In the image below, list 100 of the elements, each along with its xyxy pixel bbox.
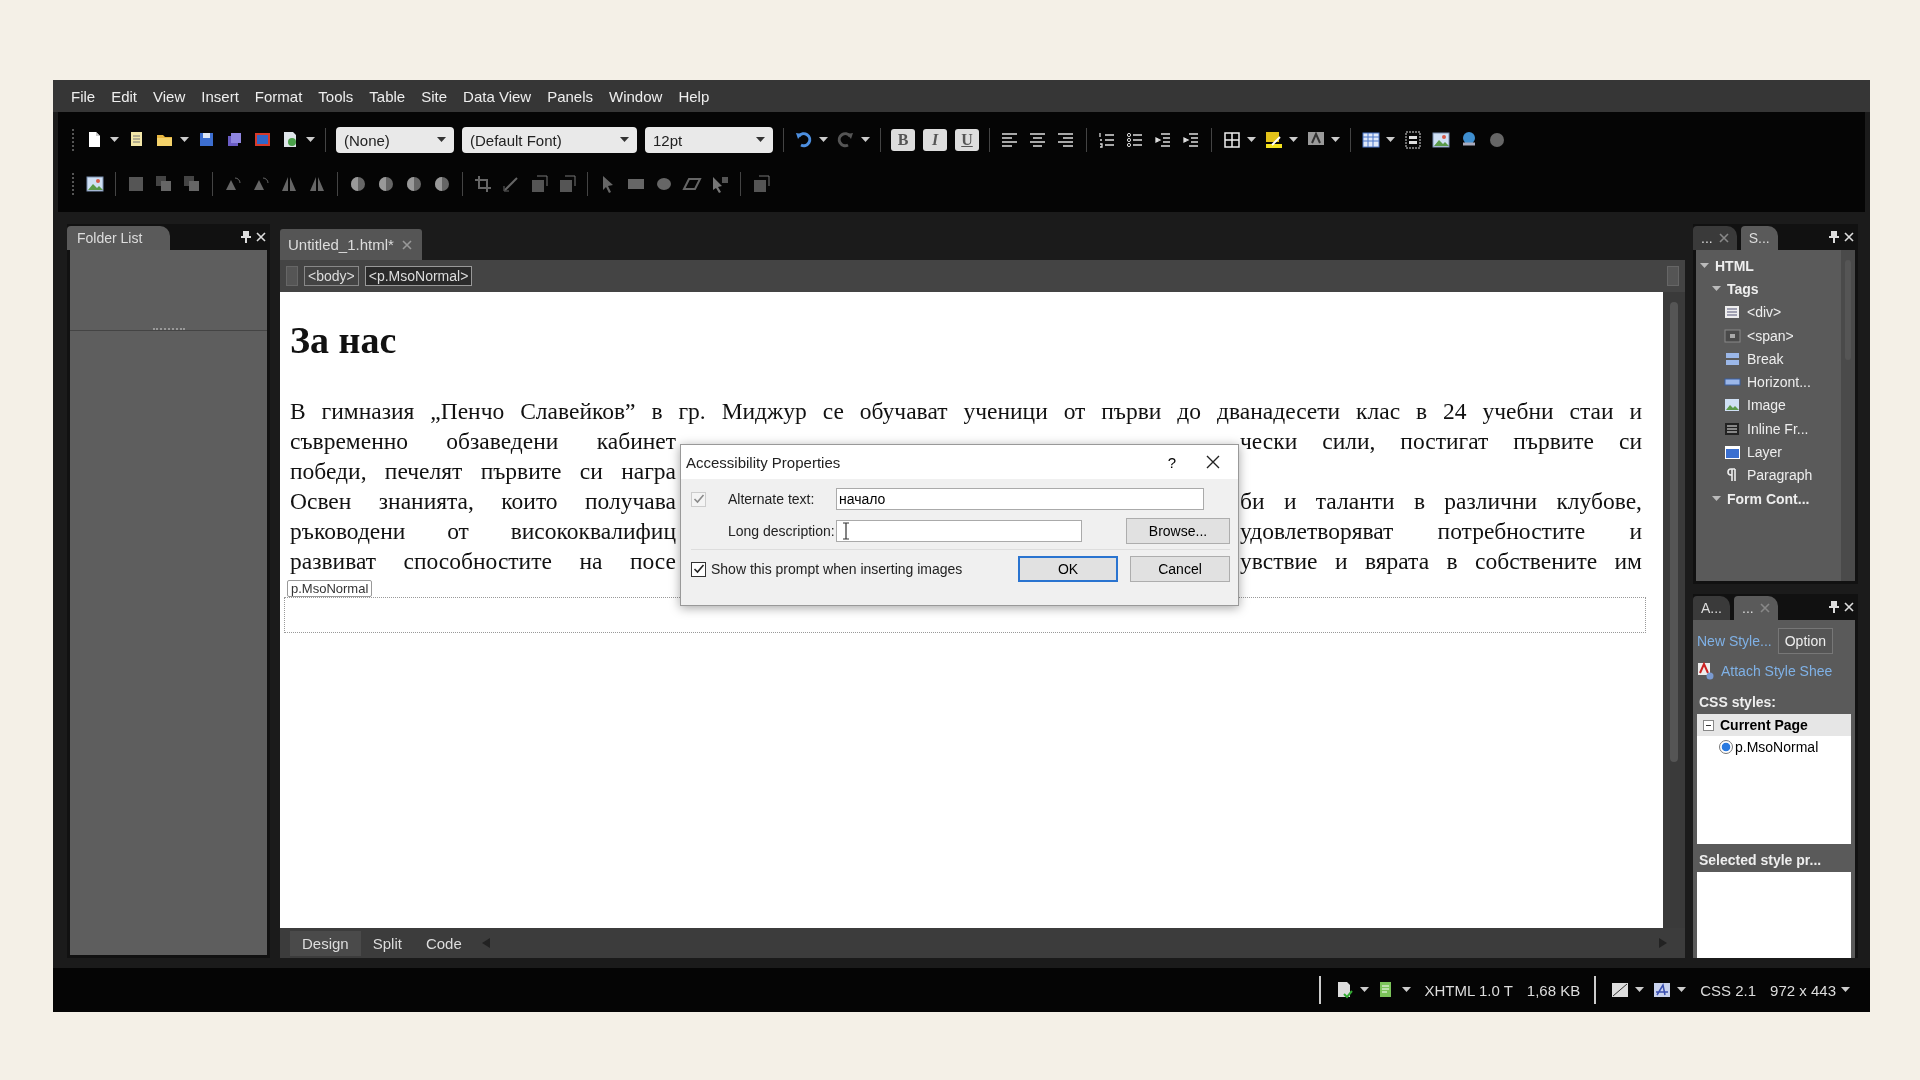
menu-item[interactable]: Table xyxy=(361,84,414,108)
resample-icon[interactable] xyxy=(751,174,771,194)
align-right-icon[interactable] xyxy=(1056,130,1076,150)
caret-icon[interactable] xyxy=(756,137,765,143)
tree-group[interactable]: Form Cont... xyxy=(1727,490,1810,507)
slash-box-icon[interactable] xyxy=(1610,980,1631,1000)
picture-icon[interactable] xyxy=(1431,130,1451,150)
input-field[interactable] xyxy=(836,520,1082,542)
dropdown[interactable]: (Default Font) xyxy=(462,127,637,153)
resample-icon[interactable] xyxy=(557,174,577,194)
line-icon[interactable] xyxy=(501,174,521,194)
ok-button[interactable]: OK xyxy=(1018,556,1118,582)
resample-icon[interactable] xyxy=(529,174,549,194)
css-icon[interactable] xyxy=(1652,980,1673,1000)
overlap-icon[interactable] xyxy=(182,174,202,194)
caret-icon[interactable] xyxy=(1635,987,1645,993)
align-center-icon[interactable] xyxy=(1028,130,1048,150)
picture-icon[interactable] xyxy=(85,174,105,194)
layer-icon[interactable] xyxy=(1403,130,1423,150)
caret-icon[interactable] xyxy=(306,137,315,143)
document-tab[interactable]: Untitled_1.html* xyxy=(280,229,422,260)
table-icon[interactable] xyxy=(1361,130,1381,150)
tag-item[interactable]: Image xyxy=(1747,397,1786,414)
tree-group[interactable]: HTML xyxy=(1715,257,1754,274)
grip-handle[interactable] xyxy=(152,328,185,332)
contrast-icon[interactable] xyxy=(432,174,452,194)
underline-button[interactable]: U xyxy=(955,129,979,151)
tree-group[interactable]: Tags xyxy=(1727,280,1759,297)
menu-item[interactable]: File xyxy=(63,84,104,108)
caret-icon[interactable] xyxy=(1401,987,1411,993)
square-icon[interactable] xyxy=(126,174,146,194)
help-button[interactable]: ? xyxy=(1153,453,1190,471)
tag-item[interactable]: Break xyxy=(1747,350,1784,367)
dropdown[interactable]: (None) xyxy=(336,127,454,153)
menu-item[interactable]: Insert xyxy=(193,84,247,108)
caret-icon[interactable] xyxy=(620,137,629,143)
menu-item[interactable]: Format xyxy=(246,84,311,108)
collapse-arrow-icon[interactable] xyxy=(1700,261,1709,271)
view-tab[interactable]: Code xyxy=(413,930,474,956)
contrast-icon[interactable] xyxy=(404,174,424,194)
cancel-button[interactable]: Cancel xyxy=(1130,556,1230,582)
menu-item[interactable]: Site xyxy=(413,84,456,108)
caret-icon[interactable] xyxy=(861,137,870,143)
tag-selector[interactable]: <p.MsoNormal> xyxy=(364,266,473,286)
align-left-icon[interactable] xyxy=(1000,130,1020,150)
browse-button[interactable]: Browse... xyxy=(1126,518,1230,544)
tag-selector[interactable]: <body> xyxy=(304,266,359,286)
panel-tab[interactable]: S... xyxy=(1740,226,1778,250)
caret-icon[interactable] xyxy=(1359,987,1369,993)
caret-icon[interactable] xyxy=(819,137,828,143)
panel-tab[interactable]: A... xyxy=(1693,596,1730,620)
options-button[interactable]: Option xyxy=(1777,628,1833,654)
redo-icon[interactable] xyxy=(836,130,856,150)
radio-button[interactable] xyxy=(1719,740,1733,754)
undo-icon[interactable] xyxy=(794,130,814,150)
hotspot-icon[interactable] xyxy=(710,174,730,194)
menu-item[interactable]: Window xyxy=(601,84,671,108)
pin-icon[interactable] xyxy=(240,230,252,244)
caret-icon[interactable] xyxy=(1386,137,1395,143)
contrast-icon[interactable] xyxy=(348,174,368,194)
tag-item[interactable]: <div> xyxy=(1747,304,1782,321)
bold-button[interactable]: B xyxy=(891,129,915,151)
caret-icon[interactable] xyxy=(1289,137,1298,143)
checkbox[interactable] xyxy=(691,561,706,577)
caret-icon[interactable] xyxy=(180,137,189,143)
dropdown[interactable]: 12pt xyxy=(645,127,773,153)
menu-item[interactable]: Panels xyxy=(539,84,602,108)
borders-icon[interactable] xyxy=(1222,130,1242,150)
pin-icon[interactable] xyxy=(1828,600,1840,614)
overlap-icon[interactable] xyxy=(154,174,174,194)
collapse-arrow-icon[interactable] xyxy=(1712,494,1721,504)
contrast-icon[interactable] xyxy=(376,174,396,194)
menu-item[interactable]: Data View xyxy=(455,84,540,108)
caret-icon[interactable] xyxy=(110,137,119,143)
menu-item[interactable]: View xyxy=(145,84,194,108)
tag-item[interactable]: <span> xyxy=(1747,327,1794,344)
numbered-list-icon[interactable] xyxy=(1097,130,1117,150)
tag-item[interactable]: Horizont... xyxy=(1747,374,1811,391)
collapse-icon[interactable] xyxy=(1703,719,1714,731)
bulleted-list-icon[interactable] xyxy=(1125,130,1145,150)
tag-item[interactable]: Paragraph xyxy=(1747,467,1813,484)
view-tab[interactable]: Design xyxy=(290,930,361,956)
caret-icon[interactable] xyxy=(1247,137,1256,143)
tag-item[interactable]: Inline Fr... xyxy=(1747,420,1809,437)
close-icon[interactable] xyxy=(1206,455,1220,469)
page-size-label[interactable]: 972 x 443 xyxy=(1770,981,1836,999)
caret-icon[interactable] xyxy=(1331,137,1340,143)
caret-icon[interactable] xyxy=(1841,987,1850,993)
view-tab[interactable]: Split xyxy=(360,930,414,956)
crop-icon[interactable] xyxy=(473,174,493,194)
outdent-icon[interactable] xyxy=(1153,130,1173,150)
caret-icon[interactable] xyxy=(1677,987,1687,993)
panel-tab[interactable]: ... xyxy=(1693,226,1737,250)
panel-tab[interactable]: ... xyxy=(1734,596,1778,620)
scrollbar[interactable] xyxy=(1841,250,1855,581)
highlight-icon[interactable] xyxy=(1264,130,1284,150)
panel-tab[interactable]: Folder List xyxy=(67,226,171,250)
italic-button[interactable]: I xyxy=(923,129,947,151)
caret-icon[interactable] xyxy=(437,137,446,143)
menu-item[interactable]: Tools xyxy=(310,84,362,108)
